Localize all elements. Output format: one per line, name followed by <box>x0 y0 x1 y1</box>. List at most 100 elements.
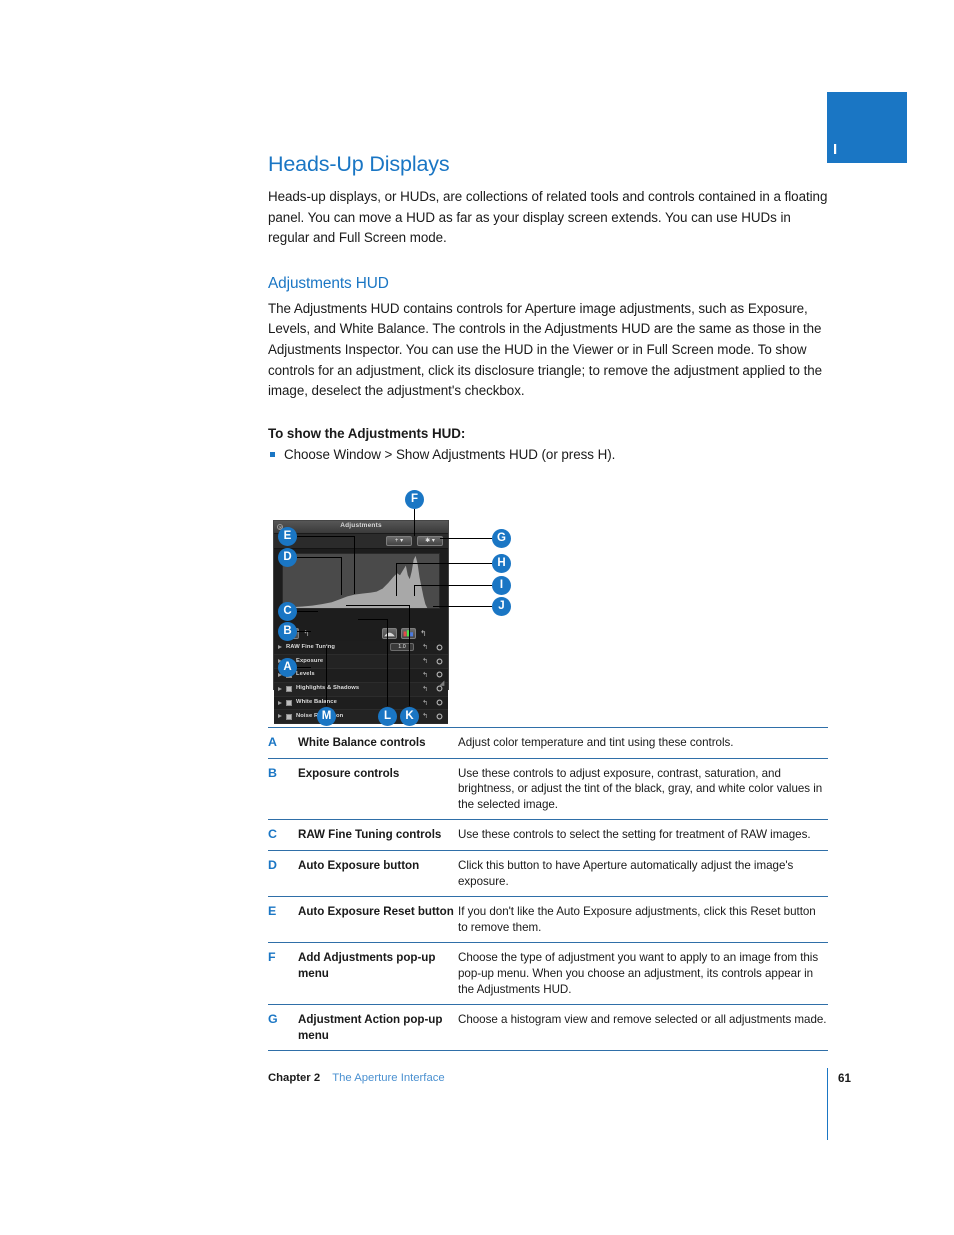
adjustments-hud-figure: Adjustments + ▾ ✱ ▾ ↰ ↰ RAW Fine Tuning … <box>268 483 828 733</box>
leader-line-e <box>297 536 354 538</box>
row-desc: If you don't like the Auto Exposure adju… <box>458 896 828 943</box>
histogram-reset-button[interactable]: ↰ <box>420 629 427 638</box>
row-reset-icon[interactable]: ↰ <box>422 684 428 695</box>
row-reset-icon[interactable]: ↰ <box>422 670 428 681</box>
leader-line-b <box>297 631 311 633</box>
adjustment-checkbox[interactable] <box>286 713 292 720</box>
page-title: Heads-Up Displays <box>268 152 450 176</box>
disclosure-triangle-icon[interactable] <box>278 714 282 719</box>
footer-divider <box>827 1068 828 1140</box>
row-key: A <box>268 727 298 759</box>
table-row: F Add Adjustments pop-up menu Choose the… <box>268 942 828 1005</box>
page-footer: Chapter 2 The Aperture Interface <box>268 1072 828 1084</box>
leader-line-i <box>414 585 492 587</box>
leader-line-l <box>387 619 388 707</box>
row-term: Adjustment Action pop-up menu <box>298 1004 458 1052</box>
adjustment-row[interactable]: Highlights & Shadows ↰ <box>274 682 448 697</box>
leader-line-a <box>297 667 311 669</box>
adjustment-checkbox[interactable] <box>286 700 292 707</box>
adjustments-list: RAW Fine Tuning 1.0 ↰ Exposure ↰ Levels <box>274 641 448 725</box>
adjustment-row[interactable]: Noise Reduction ↰ <box>274 710 448 725</box>
gear-icon[interactable] <box>436 713 443 720</box>
adjustment-label: RAW Fine Tuning <box>286 643 336 650</box>
row-key: F <box>268 942 298 1005</box>
leader-line-c <box>297 611 318 613</box>
howto-heading: To show the Adjustments HUD: <box>268 425 466 441</box>
row-key: D <box>268 849 298 897</box>
histogram <box>282 553 440 610</box>
leader-line-k <box>409 605 410 707</box>
gear-icon[interactable] <box>436 658 443 665</box>
leader-line-h2 <box>396 563 397 597</box>
row-desc: Choose a histogram view and remove selec… <box>458 1004 828 1052</box>
row-desc: Use these controls to select the setting… <box>458 819 828 851</box>
leader-line-g <box>440 538 492 540</box>
row-reset-icon[interactable]: ↰ <box>422 656 428 667</box>
section-body: The Adjustments HUD contains controls fo… <box>268 300 823 399</box>
footer-chapter: Chapter 2 <box>268 1072 321 1084</box>
table-row: A White Balance controls Adjust color te… <box>268 727 828 759</box>
row-reset-icon[interactable]: ↰ <box>422 698 428 709</box>
adjustment-row[interactable]: White Balance ↰ <box>274 696 448 711</box>
histogram-area <box>274 549 448 628</box>
row-reset-icon[interactable]: ↰ <box>422 711 428 722</box>
adjustment-row[interactable]: RAW Fine Tuning 1.0 ↰ <box>274 641 448 656</box>
resize-handle-icon[interactable]: ◢ <box>439 680 447 688</box>
row-desc: Choose the type of adjustment you want t… <box>458 942 828 1005</box>
adjustment-label: Levels <box>296 671 315 678</box>
page-number: 61 <box>838 1072 851 1085</box>
callout-f: F <box>405 490 424 510</box>
footer-section-link[interactable]: The Aperture Interface <box>332 1072 444 1084</box>
row-key: C <box>268 819 298 851</box>
chapter-tab: I <box>827 92 907 163</box>
raw-fine-tuning-value[interactable]: 1.0 <box>390 643 414 652</box>
row-key: E <box>268 896 298 943</box>
row-desc: Use these controls to adjust exposure, c… <box>458 757 828 820</box>
callout-reference-table: A White Balance controls Adjust color te… <box>268 727 828 1052</box>
row-desc: Click this button to have Aperture autom… <box>458 849 828 897</box>
add-adjustments-popup-menu[interactable]: + ▾ <box>386 536 412 547</box>
table-row: D Auto Exposure button Click this button… <box>268 849 828 897</box>
adjustment-label: Exposure <box>296 657 324 664</box>
callout-h: H <box>492 554 511 574</box>
table-row: G Adjustment Action pop-up menu Choose a… <box>268 1004 828 1052</box>
leader-line-i2 <box>414 585 415 597</box>
callout-g: G <box>492 529 511 549</box>
row-term: Auto Exposure button <box>298 849 458 897</box>
gear-icon[interactable] <box>436 671 443 678</box>
table-row: C RAW Fine Tuning controls Use these con… <box>268 819 828 851</box>
chapter-tab-letter: I <box>833 141 838 158</box>
leader-line-f <box>414 509 415 537</box>
row-reset-icon[interactable]: ↰ <box>422 642 428 653</box>
leader-line-d <box>297 557 341 559</box>
callout-j: J <box>492 597 511 617</box>
adjustment-row[interactable]: Levels ↰ <box>274 668 448 683</box>
leader-line-h <box>396 563 492 565</box>
row-desc: Adjust color temperature and tint using … <box>458 727 828 759</box>
disclosure-triangle-icon[interactable] <box>278 686 282 691</box>
hud-window-title: Adjustments <box>340 522 382 530</box>
leader-line-j <box>433 606 492 608</box>
hud-titlebar: Adjustments <box>274 521 448 535</box>
section-title: Adjustments HUD <box>268 274 389 292</box>
row-term: Auto Exposure Reset button <box>298 896 458 943</box>
row-term: White Balance controls <box>298 727 458 759</box>
adjustment-label: White Balance <box>296 698 337 705</box>
howto-step-text: Choose Window > Show Adjustments HUD (or… <box>284 446 616 462</box>
howto-step: Choose Window > Show Adjustments HUD (or… <box>268 445 828 466</box>
leader-line-d2 <box>341 557 342 596</box>
histogram-view-button[interactable] <box>382 628 397 640</box>
histogram-button-row: ↰ ↰ <box>274 627 448 642</box>
table-row: E Auto Exposure Reset button If you don'… <box>268 896 828 943</box>
disclosure-triangle-icon[interactable] <box>278 645 282 650</box>
leader-line-m <box>326 646 327 707</box>
gear-icon[interactable] <box>436 644 443 651</box>
disclosure-triangle-icon[interactable] <box>278 700 282 705</box>
gear-icon[interactable] <box>436 699 443 706</box>
row-term: Exposure controls <box>298 757 458 820</box>
adjustment-checkbox[interactable] <box>286 686 292 693</box>
table-row: B Exposure controls Use these controls t… <box>268 757 828 820</box>
adjustment-label: Highlights & Shadows <box>296 685 360 692</box>
row-key: G <box>268 1004 298 1052</box>
page-content: Heads-Up Displays Heads-up displays, or … <box>268 152 828 733</box>
